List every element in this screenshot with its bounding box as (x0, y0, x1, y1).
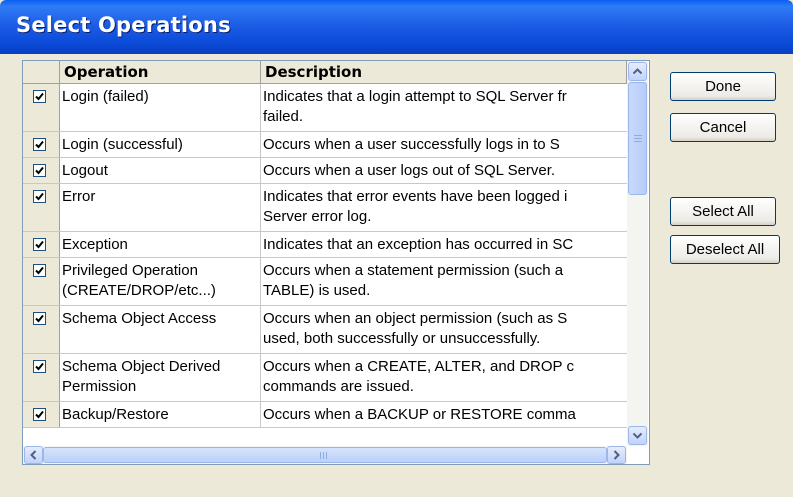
select-all-button[interactable]: Select All (670, 197, 776, 226)
checkmark-icon (35, 240, 44, 249)
description-cell: Occurs when a user successfully logs in … (263, 136, 560, 153)
cancel-button[interactable]: Cancel (670, 113, 776, 142)
table-row[interactable]: Login (successful) Occurs when a user su… (23, 132, 627, 158)
row-checkbox[interactable] (33, 238, 46, 251)
table-row[interactable]: Login (failed) Indicates that a login at… (23, 84, 627, 132)
operation-cell: Exception (60, 232, 261, 257)
row-checkbox[interactable] (33, 408, 46, 421)
description-cell: Occurs when a BACKUP or RESTORE comma (263, 406, 576, 423)
description-cell: Indicates that error events have been lo… (263, 188, 568, 225)
row-checkbox[interactable] (33, 190, 46, 203)
checkmark-icon (35, 314, 44, 323)
operations-grid: Operation Description Login (failed) Ind… (22, 60, 650, 465)
checkmark-icon (35, 410, 44, 419)
table-row[interactable]: Backup/Restore Occurs when a BACKUP or R… (23, 402, 627, 428)
operation-cell: Schema Object Access (60, 306, 261, 353)
operation-cell: Error (60, 184, 261, 231)
vertical-scrollbar[interactable] (627, 61, 648, 446)
description-cell: Occurs when a user logs out of SQL Serve… (263, 162, 556, 179)
checkmark-icon (35, 92, 44, 101)
table-row[interactable]: Schema Object Derived Permission Occurs … (23, 354, 627, 402)
horizontal-scroll-thumb[interactable] (43, 447, 607, 463)
row-checkbox[interactable] (33, 360, 46, 373)
operation-cell: Backup/Restore (60, 402, 261, 427)
vertical-scroll-thumb[interactable] (628, 82, 647, 195)
table-row[interactable]: Logout Occurs when a user logs out of SQ… (23, 158, 627, 184)
description-cell: Occurs when a CREATE, ALTER, and DROP c … (263, 358, 574, 395)
deselect-all-button[interactable]: Deselect All (670, 235, 780, 264)
row-checkbox[interactable] (33, 264, 46, 277)
title-bar[interactable]: Select Operations (0, 0, 793, 54)
scroll-right-button[interactable] (607, 446, 626, 464)
grid-body: Operation Description Login (failed) Ind… (23, 61, 627, 446)
chevron-left-icon (30, 450, 37, 460)
chevron-right-icon (613, 450, 620, 460)
scroll-down-button[interactable] (628, 426, 647, 445)
row-checkbox[interactable] (33, 164, 46, 177)
row-checkbox[interactable] (33, 312, 46, 325)
chevron-up-icon (632, 68, 643, 75)
checkmark-icon (35, 362, 44, 371)
header-description[interactable]: Description (261, 61, 627, 84)
row-checkbox[interactable] (33, 138, 46, 151)
horizontal-scrollbar[interactable] (23, 446, 627, 464)
description-cell: Occurs when an object permission (such a… (263, 310, 568, 347)
window-title: Select Operations (16, 13, 231, 37)
checkmark-icon (35, 140, 44, 149)
table-row[interactable]: Schema Object Access Occurs when an obje… (23, 306, 627, 354)
scroll-up-button[interactable] (628, 62, 647, 81)
row-checkbox[interactable] (33, 90, 46, 103)
table-row[interactable]: Error Indicates that error events have b… (23, 184, 627, 232)
operation-cell: Privileged Operation (CREATE/DROP/etc...… (60, 258, 261, 305)
header-operation[interactable]: Operation (60, 61, 261, 84)
operation-cell: Login (successful) (60, 132, 261, 157)
done-button[interactable]: Done (670, 72, 776, 101)
checkmark-icon (35, 192, 44, 201)
table-row[interactable]: Exception Indicates that an exception ha… (23, 232, 627, 258)
operation-cell: Logout (60, 158, 261, 183)
description-cell: Indicates that a login attempt to SQL Se… (263, 88, 567, 125)
checkmark-icon (35, 166, 44, 175)
operation-cell: Login (failed) (60, 84, 261, 131)
description-cell: Indicates that an exception has occurred… (263, 236, 574, 253)
table-row[interactable]: Privileged Operation (CREATE/DROP/etc...… (23, 258, 627, 306)
scroll-left-button[interactable] (24, 446, 43, 464)
description-cell: Occurs when a statement permission (such… (263, 262, 564, 299)
checkmark-icon (35, 266, 44, 275)
chevron-down-icon (632, 432, 643, 439)
operation-cell: Schema Object Derived Permission (60, 354, 261, 401)
select-operations-dialog: Select Operations Operation Description … (0, 0, 793, 497)
header-check-column[interactable] (23, 61, 60, 84)
